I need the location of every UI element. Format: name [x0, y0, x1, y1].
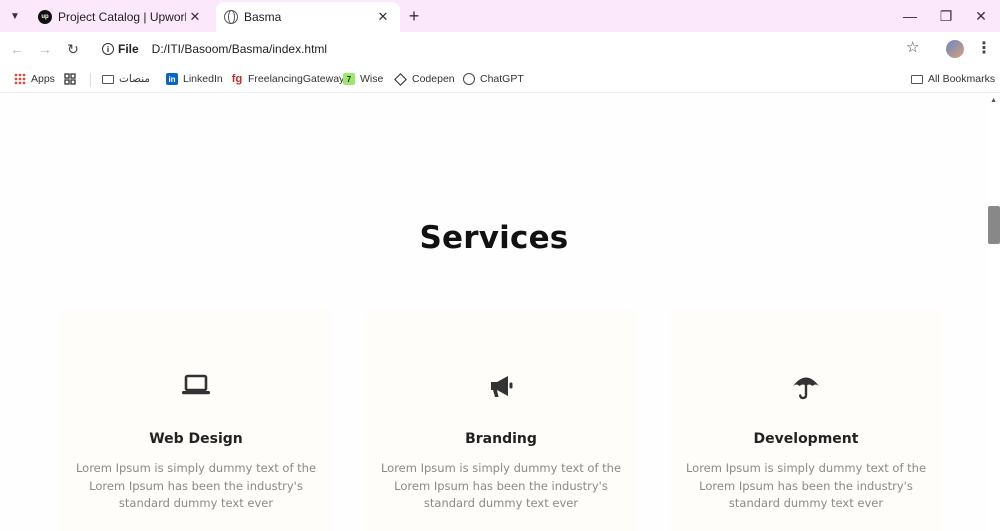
bookmark-folder-platforms[interactable]: منصات — [102, 71, 150, 87]
page-viewport: Services Web Design Lorem Ipsum is simpl… — [0, 94, 1000, 531]
service-description: Lorem Ipsum is simply dummy text of the … — [685, 461, 927, 510]
codepen-icon — [394, 72, 407, 86]
megaphone-icon — [487, 373, 515, 404]
tab-upwork[interactable]: up Project Catalog | Upwork ✕ — [30, 2, 212, 32]
profile-avatar[interactable] — [946, 40, 964, 58]
scheme-label: File — [118, 42, 139, 56]
upwork-icon: up — [38, 10, 52, 24]
forward-arrow-icon[interactable]: → — [34, 38, 56, 60]
bookmark-label: Wise — [360, 73, 384, 85]
service-title: Web Design — [149, 431, 243, 447]
service-title: Development — [753, 431, 859, 447]
tab-search-chevron-icon[interactable]: ▼ — [5, 6, 25, 26]
menu-kebab-icon[interactable]: ⋮ — [976, 38, 992, 58]
page-scrollbar[interactable] — [988, 94, 1000, 531]
window-close-icon[interactable]: ✕ — [964, 4, 998, 28]
umbrella-icon — [791, 373, 821, 406]
bookmarks-bar: Apps منصات in LinkedIn fg FreelancingGat… — [0, 66, 1000, 93]
close-icon[interactable]: ✕ — [186, 9, 204, 25]
grid-icon — [64, 73, 76, 85]
tab-basma[interactable]: Basma ✕ — [216, 2, 400, 32]
tab-title: Project Catalog | Upwork — [58, 10, 186, 24]
folder-icon — [102, 74, 114, 84]
bookmark-star-icon[interactable]: ☆ — [906, 38, 919, 56]
bookmark-label: ChatGPT — [480, 73, 524, 85]
bookmark-linkedin[interactable]: in LinkedIn — [166, 71, 223, 87]
restore-icon[interactable]: ❐ — [929, 4, 963, 28]
bookmark-label: LinkedIn — [183, 73, 223, 85]
bookmark-grid[interactable] — [64, 71, 81, 87]
service-card-web-design: Web Design Lorem Ipsum is simply dummy t… — [60, 309, 332, 531]
chatgpt-icon — [463, 73, 475, 85]
folder-icon — [911, 74, 923, 84]
freelancing-gateway-icon: fg — [231, 73, 243, 85]
apps-icon — [14, 73, 26, 85]
tab-strip: ▼ up Project Catalog | Upwork ✕ Basma ✕ … — [0, 0, 1000, 32]
service-title: Branding — [465, 431, 537, 447]
service-card-development: Development Lorem Ipsum is simply dummy … — [670, 309, 942, 531]
scroll-up-arrow-icon[interactable]: ▲ — [990, 97, 997, 104]
bookmark-label: FreelancingGateway — [248, 73, 345, 85]
bookmark-chatgpt[interactable]: ChatGPT — [463, 71, 524, 87]
site-info-icon[interactable]: i — [102, 43, 114, 55]
minimize-icon[interactable]: — — [893, 4, 927, 28]
url-text[interactable]: D:/ITI/Basoom/Basma/index.html — [152, 42, 327, 56]
bookmark-label: منصات — [119, 73, 150, 85]
all-bookmarks-label: All Bookmarks — [928, 73, 996, 85]
bookmark-wise[interactable]: 7 Wise — [343, 71, 383, 87]
back-arrow-icon[interactable]: ← — [6, 38, 28, 60]
scrollbar-thumb[interactable] — [988, 206, 1000, 244]
bookmark-label: Codepen — [412, 73, 455, 85]
address-bar[interactable]: i File D:/ITI/Basoom/Basma/index.html — [96, 37, 936, 61]
reload-icon[interactable]: ↻ — [62, 38, 84, 60]
service-card-branding: Branding Lorem Ipsum is simply dummy tex… — [365, 309, 637, 531]
services-heading: Services — [419, 220, 569, 256]
bookmark-apps[interactable]: Apps — [14, 71, 55, 87]
bookmark-codepen[interactable]: Codepen — [394, 71, 455, 87]
close-icon[interactable]: ✕ — [374, 9, 392, 25]
service-description: Lorem Ipsum is simply dummy text of the … — [380, 461, 622, 510]
laptop-icon — [181, 373, 211, 402]
wise-icon: 7 — [343, 73, 355, 85]
browser-toolbar: ← → ↻ i File D:/ITI/Basoom/Basma/index.h… — [0, 32, 1000, 66]
all-bookmarks[interactable]: All Bookmarks — [911, 71, 995, 87]
tab-title: Basma — [244, 10, 282, 24]
bookmark-label: Apps — [31, 73, 55, 85]
service-description: Lorem Ipsum is simply dummy text of the … — [75, 461, 317, 510]
bookmark-freelancing-gateway[interactable]: fg FreelancingGateway — [231, 71, 345, 87]
globe-icon — [224, 10, 238, 24]
new-tab-plus-icon[interactable]: + — [404, 6, 424, 26]
linkedin-icon: in — [166, 73, 178, 85]
bookmark-separator — [90, 73, 91, 87]
